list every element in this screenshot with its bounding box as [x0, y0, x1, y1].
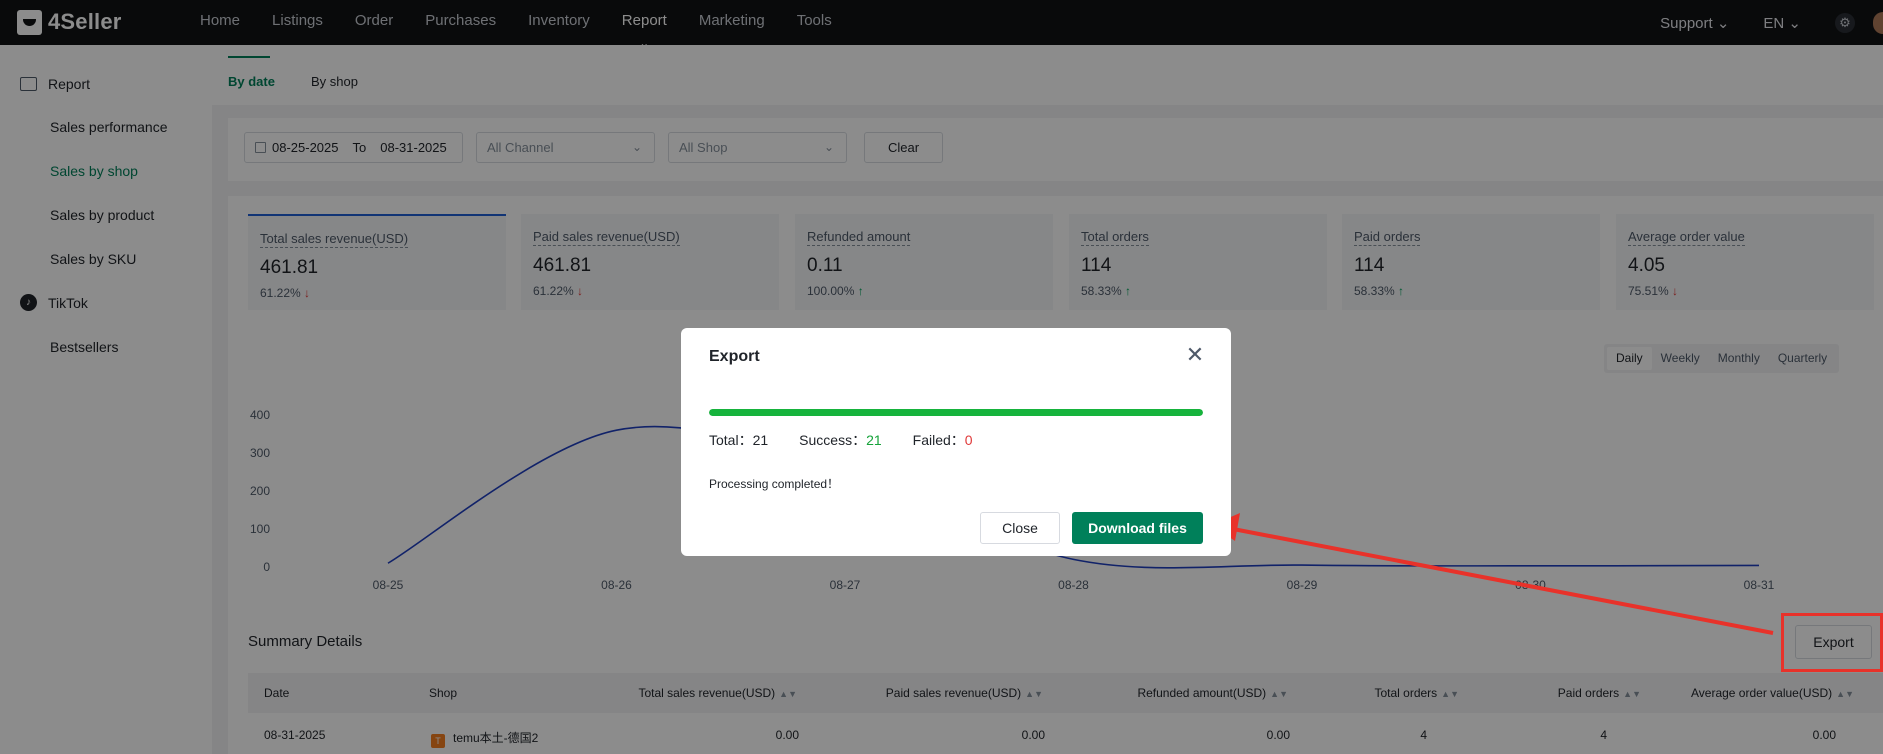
stat-success: Success：21	[799, 432, 882, 448]
progress-fill	[709, 409, 1203, 416]
export-progress-bar	[709, 409, 1203, 416]
close-icon[interactable]: ✕	[1184, 344, 1206, 367]
export-stats: Total：21 Success：21 Failed：0	[709, 430, 1004, 450]
dialog-title: Export	[709, 348, 760, 365]
stat-total: Total：21	[709, 432, 769, 448]
download-files-button[interactable]: Download files	[1072, 512, 1203, 544]
export-dialog: Export ✕ Total：21 Success：21 Failed：0 Pr…	[681, 328, 1231, 556]
close-button[interactable]: Close	[980, 512, 1060, 544]
status-message: Processing completed！	[709, 477, 840, 491]
stat-failed: Failed：0	[912, 432, 973, 448]
